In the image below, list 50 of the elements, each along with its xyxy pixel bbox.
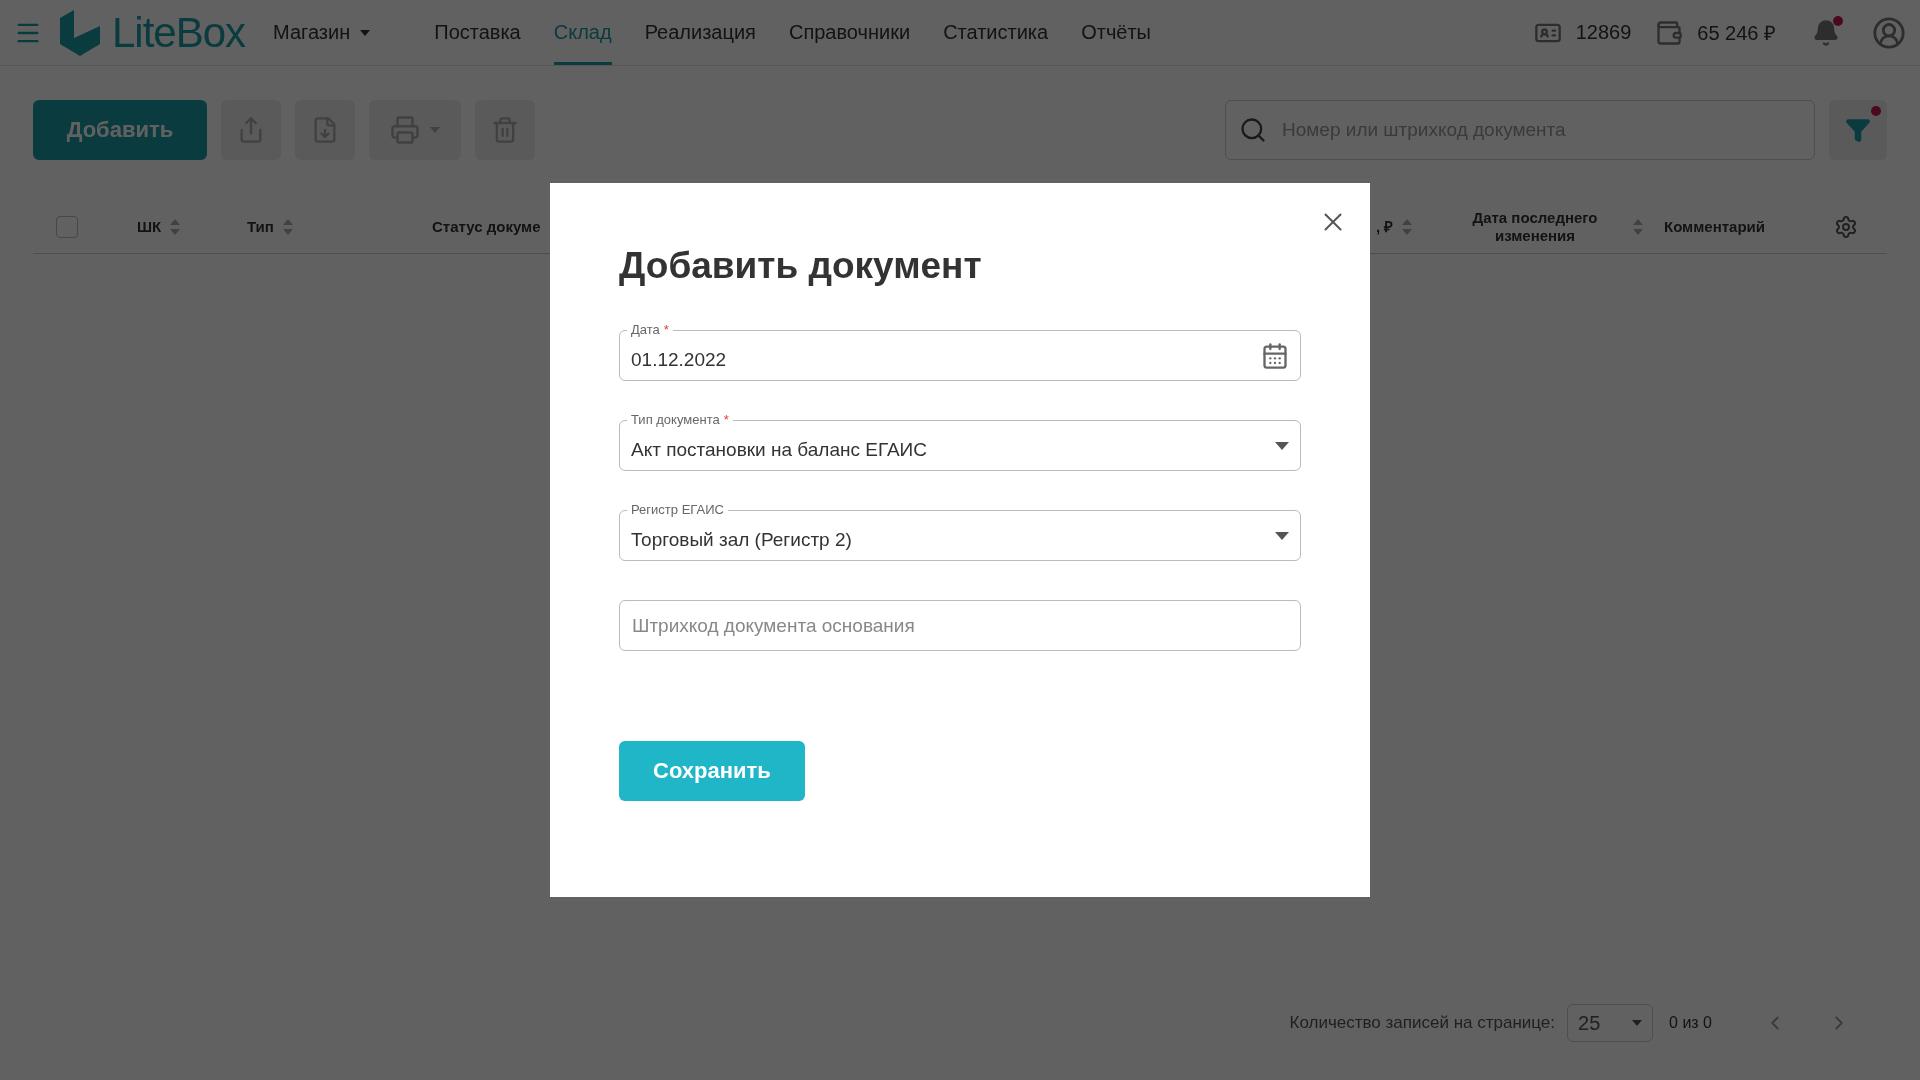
store-dropdown[interactable]: Магазин: [273, 21, 371, 44]
printer-icon: [390, 115, 420, 145]
print-button[interactable]: [369, 100, 461, 160]
page-size-select[interactable]: 25: [1567, 1004, 1654, 1042]
select-all-checkbox[interactable]: [56, 215, 78, 238]
search-icon: [1239, 116, 1267, 144]
caret-icon: [360, 29, 371, 36]
nav-tab[interactable]: Поставка: [434, 0, 521, 65]
caret-icon: [430, 127, 440, 133]
wallet-icon: [1655, 18, 1684, 47]
filter-button[interactable]: [1829, 100, 1887, 160]
column-header: Тип: [247, 217, 274, 236]
column-header: Статус докуме: [432, 217, 541, 236]
nav-tab[interactable]: Отчёты: [1081, 0, 1151, 65]
page-size-label: Количество записей на странице:: [1289, 1013, 1556, 1033]
sort-icon[interactable]: [169, 217, 182, 236]
trash-icon: [491, 116, 519, 144]
bell-icon[interactable]: [1812, 18, 1840, 47]
add-button[interactable]: Добавить: [33, 100, 207, 160]
avatar-icon[interactable]: [1872, 15, 1906, 50]
balance: 65 246 ₽: [1697, 21, 1776, 46]
sort-icon[interactable]: [281, 217, 294, 236]
nav-tab[interactable]: Статистика: [943, 0, 1049, 65]
nav-tab[interactable]: Реализация: [644, 0, 756, 65]
sort-icon[interactable]: [1632, 217, 1644, 236]
settings-icon[interactable]: [1834, 214, 1858, 239]
delete-button[interactable]: [475, 100, 535, 160]
column-header: , ₽: [1376, 217, 1394, 236]
import-button[interactable]: [295, 100, 355, 160]
column-header: Комментарий: [1664, 217, 1765, 236]
select-field[interactable]: Тип документа * Акт постановки на баланс ЕГАИС: [619, 411, 1301, 471]
page-range: 0 из 0: [1669, 1014, 1712, 1032]
export-button[interactable]: [221, 100, 281, 160]
caret-icon: [1275, 531, 1289, 540]
dialog-title: Добавить документ: [619, 245, 983, 287]
caret-icon: [1275, 441, 1289, 450]
save-button[interactable]: Сохранить: [619, 741, 805, 801]
select-field[interactable]: Регистр ЕГАИС Торговый зал (Регистр 2): [619, 501, 1301, 561]
account-id: 12869: [1575, 21, 1632, 44]
column-header: Дата последнего изменения: [1471, 208, 1599, 245]
caret-icon: [1632, 1020, 1643, 1026]
nav-tab[interactable]: Справочники: [788, 0, 911, 65]
date-field[interactable]: Дата * 01.12.2022: [619, 321, 1301, 381]
filter-icon: [1845, 117, 1871, 143]
logo-text: LiteBox: [112, 8, 246, 57]
nav-tab[interactable]: Склад: [553, 0, 612, 65]
sort-icon[interactable]: [1401, 217, 1414, 236]
input-field[interactable]: Штрихкод документа основания: [619, 600, 1301, 651]
column-header: ШК: [137, 217, 162, 236]
calendar-icon[interactable]: [1261, 341, 1289, 370]
